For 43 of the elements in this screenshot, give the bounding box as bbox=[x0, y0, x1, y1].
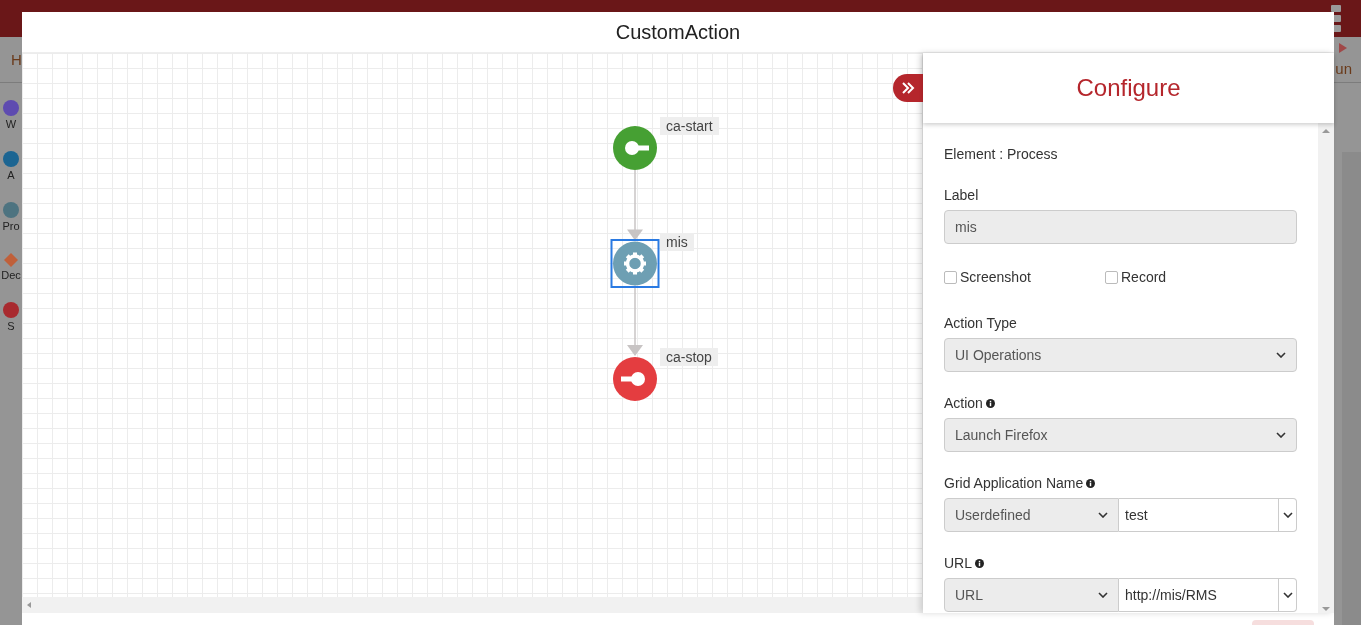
field-label: Action bbox=[944, 394, 983, 413]
double-chevron-icon bbox=[901, 82, 915, 94]
modal-title: CustomAction bbox=[615, 20, 741, 44]
sidebar-label[interactable]: W bbox=[5, 118, 17, 130]
scroll-left-icon[interactable] bbox=[27, 602, 31, 608]
node-label: ca-stop bbox=[660, 348, 718, 366]
select-field[interactable]: URL bbox=[944, 578, 1119, 612]
checkbox-label: Record bbox=[1121, 269, 1167, 285]
sidebar-label[interactable]: A bbox=[7, 169, 15, 181]
chevron-down-icon bbox=[1098, 592, 1108, 598]
sidebar-label[interactable]: Pro bbox=[2, 220, 20, 232]
checkbox[interactable] bbox=[944, 270, 957, 284]
play-icon bbox=[1339, 43, 1347, 53]
select-field[interactable]: UI Operations bbox=[944, 338, 1297, 372]
field-label: Action Type bbox=[944, 314, 1017, 333]
checkbox[interactable] bbox=[1105, 270, 1118, 284]
scroll-up-icon[interactable] bbox=[1322, 129, 1330, 133]
chevron-down-icon bbox=[1276, 432, 1286, 438]
stop-node bbox=[613, 357, 657, 401]
combo-field[interactable]: http://mis/RMS bbox=[1119, 578, 1297, 612]
chevron-down-icon bbox=[1282, 592, 1293, 598]
sidebar-label[interactable]: S bbox=[7, 320, 15, 332]
field-label: Grid Application Name bbox=[944, 474, 1084, 493]
start-node bbox=[613, 126, 657, 170]
combo-field[interactable]: test bbox=[1119, 498, 1297, 532]
field-label: Label bbox=[944, 186, 979, 205]
chevron-down-icon bbox=[1098, 512, 1108, 518]
chevron-down-icon bbox=[1276, 352, 1286, 358]
sidebar-label[interactable]: Dec bbox=[1, 269, 21, 281]
chevron-down-icon bbox=[1282, 512, 1293, 518]
checkbox-label: Screenshot bbox=[960, 269, 1031, 285]
element-info: Element : Process bbox=[944, 145, 1059, 164]
node-label: mis bbox=[660, 232, 694, 251]
connector-arrow bbox=[627, 169, 643, 241]
field-label: URL bbox=[944, 554, 972, 573]
scroll-down-icon[interactable] bbox=[1322, 607, 1330, 611]
horizontal-scrollbar[interactable] bbox=[22, 597, 923, 613]
panel-title: Configure bbox=[1076, 74, 1181, 102]
select-field[interactable]: Userdefined bbox=[944, 498, 1119, 532]
vertical-scrollbar[interactable] bbox=[1318, 123, 1334, 613]
select-field[interactable]: Launch Firefox bbox=[944, 418, 1297, 452]
node-label: ca-start bbox=[660, 117, 719, 135]
collapse-button[interactable] bbox=[893, 74, 923, 102]
